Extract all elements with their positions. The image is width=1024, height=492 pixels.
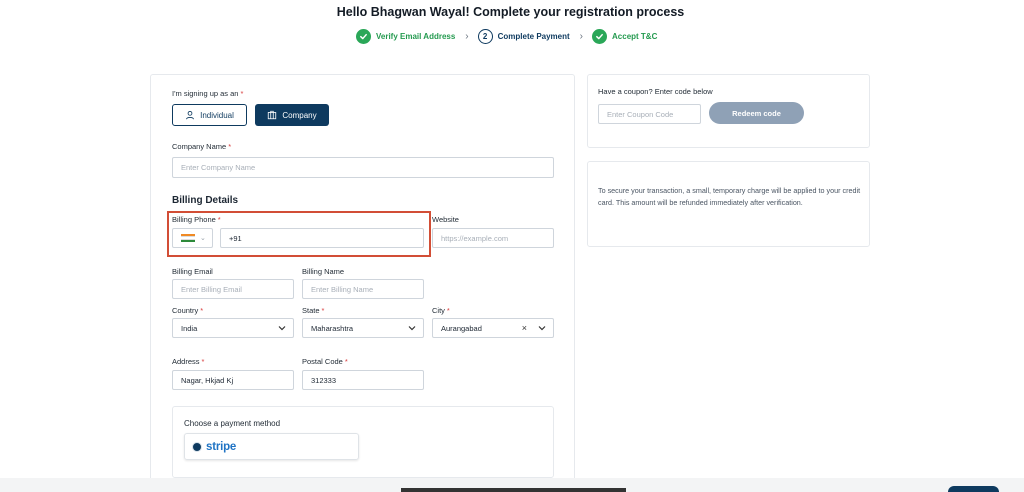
page-title: Hello Bhagwan Wayal! Complete your regis…	[336, 5, 685, 19]
step-label: Verify Email Address	[376, 32, 456, 41]
step-accept-tc: Accept T&C	[592, 29, 657, 44]
billing-phone-input[interactable]: +91	[220, 228, 424, 248]
registration-stepper: Verify Email Address › 2 Complete Paymen…	[356, 28, 657, 45]
check-circle-icon	[592, 29, 608, 44]
india-flag-icon	[181, 233, 195, 243]
address-label: Address *	[172, 357, 205, 366]
chevron-right-icon: ›	[465, 31, 469, 42]
stripe-payment-option[interactable]: stripe	[184, 433, 359, 460]
individual-label: Individual	[200, 110, 234, 120]
check-circle-icon	[356, 29, 371, 44]
billing-email-label: Billing Email	[172, 267, 213, 276]
company-name-label: Company Name *	[172, 142, 232, 151]
radio-selected-icon	[192, 441, 202, 452]
payment-method-label: Choose a payment method	[184, 419, 281, 428]
city-label: City *	[432, 306, 450, 315]
state-select[interactable]: Maharashtra	[302, 318, 424, 338]
chevron-down-icon	[408, 326, 416, 331]
signup-type-label: I'm signing up as an *	[172, 89, 244, 98]
postal-code-label: Postal Code *	[302, 357, 348, 366]
individual-button[interactable]: Individual	[172, 104, 247, 126]
billing-name-label: Billing Name	[302, 267, 345, 276]
company-name-input[interactable]: Enter Company Name	[172, 157, 554, 178]
company-label: Company	[282, 110, 317, 120]
postal-code-input[interactable]: 312333	[302, 370, 424, 390]
building-icon	[268, 110, 277, 120]
bottom-action-button[interactable]	[948, 486, 999, 492]
step-label: Accept T&C	[612, 32, 658, 41]
website-input[interactable]: https://example.com	[432, 228, 554, 248]
step-complete-payment: 2 Complete Payment	[477, 29, 570, 44]
verification-notice-text: To secure your transaction, a small, tem…	[598, 186, 861, 207]
chevron-right-icon: ›	[579, 31, 584, 42]
coupon-code-input[interactable]: Enter Coupon Code	[598, 104, 701, 124]
user-icon	[186, 111, 195, 120]
step-verify-email: Verify Email Address	[356, 29, 455, 44]
country-code-select[interactable]: ⌄	[172, 228, 213, 248]
redeem-code-button[interactable]: Redeem code	[709, 102, 804, 124]
company-button[interactable]: Company	[255, 104, 329, 126]
clear-icon[interactable]: ×	[522, 323, 527, 333]
coupon-label: Have a coupon? Enter code below	[598, 87, 713, 96]
chevron-down-icon	[538, 326, 546, 331]
chevron-down-icon: ⌄	[200, 235, 206, 242]
billing-email-input[interactable]: Enter Billing Email	[172, 279, 294, 299]
country-select[interactable]: India	[172, 318, 294, 338]
website-label: Website	[432, 215, 459, 224]
billing-name-input[interactable]: Enter Billing Name	[302, 279, 424, 299]
country-label: Country *	[172, 306, 204, 315]
bottom-overlay	[401, 488, 626, 492]
stripe-logo: stripe	[206, 440, 237, 453]
billing-details-title: Billing Details	[172, 195, 239, 206]
city-select[interactable]: Aurangabad ×	[432, 318, 554, 338]
state-label: State *	[302, 306, 325, 315]
billing-phone-label: Billing Phone *	[172, 215, 221, 224]
chevron-down-icon	[278, 326, 286, 331]
address-input[interactable]: Nagar, Hkjad Kj	[172, 370, 294, 390]
step-label: Complete Payment	[497, 32, 570, 41]
step-number: 2	[477, 29, 493, 44]
